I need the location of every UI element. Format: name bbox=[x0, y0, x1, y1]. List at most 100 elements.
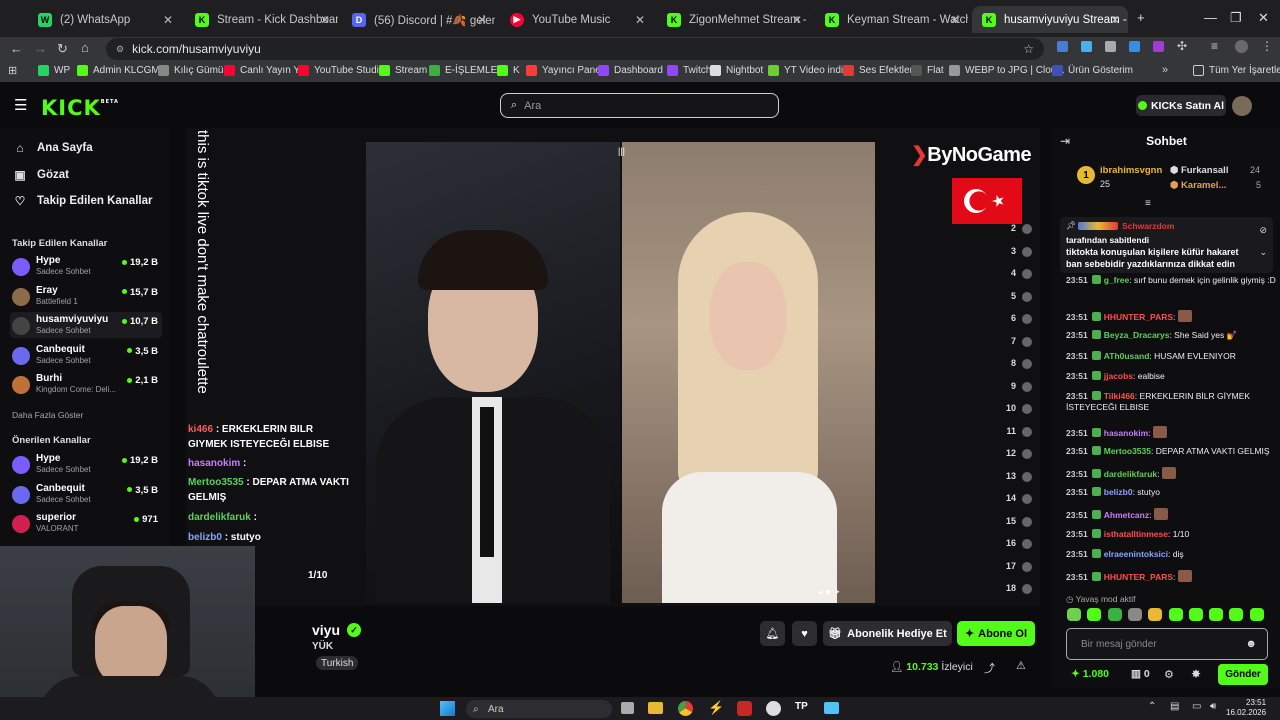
restore-button[interactable]: ❐ bbox=[1230, 10, 1242, 26]
channel-item[interactable]: Burhi Kingdom Come: Deli... 2,1 B bbox=[10, 371, 162, 397]
unpin-icon[interactable]: ⊘ bbox=[1259, 225, 1267, 236]
buy-kicks-button[interactable]: KICKs Satın Al bbox=[1136, 95, 1226, 116]
follow-heart-button[interactable]: ♥ bbox=[792, 621, 817, 646]
video-player[interactable]: this is tiktok live don't make chatroule… bbox=[186, 128, 1040, 606]
emote-button[interactable] bbox=[1188, 608, 1203, 621]
bookmark-item[interactable]: E-İŞLEMLER bbox=[429, 65, 504, 76]
task-view-icon[interactable] bbox=[621, 702, 634, 714]
pinned-author[interactable]: Schwarzdom bbox=[1122, 221, 1174, 231]
report-warning-icon[interactable]: ⚠ bbox=[1016, 659, 1026, 672]
chat-username[interactable]: HHUNTER_PARS bbox=[1104, 312, 1173, 322]
browser-tab-discord[interactable]: D (56) Discord | #🍂 gelen-gid ✕ bbox=[342, 6, 495, 33]
channel-item[interactable]: Hype Sadece Sohbet 19,2 B bbox=[10, 451, 162, 477]
bookmark-item[interactable]: YT Video indir bbox=[768, 65, 846, 76]
emote-button[interactable] bbox=[1209, 608, 1224, 621]
emote-button[interactable] bbox=[1087, 608, 1102, 621]
emote-button[interactable] bbox=[1127, 608, 1142, 621]
expand-icon[interactable]: ≡ bbox=[1145, 198, 1151, 209]
tray-chevron-icon[interactable]: ⌃ bbox=[1148, 701, 1156, 712]
emote-button[interactable] bbox=[1107, 608, 1122, 621]
supporter-name[interactable]: ⬢ Furkansall bbox=[1170, 165, 1228, 176]
nav-following[interactable]: ♡ Takip Edilen Kanallar bbox=[12, 194, 153, 208]
chat-username[interactable]: jjacobs bbox=[1104, 371, 1133, 381]
close-window-button[interactable]: ✕ bbox=[1258, 10, 1269, 26]
show-more-link[interactable]: Daha Fazla Göster bbox=[12, 410, 83, 420]
share-icon[interactable]: ⤴ bbox=[984, 660, 995, 676]
file-explorer-icon[interactable] bbox=[648, 702, 663, 714]
close-icon[interactable]: ✕ bbox=[1110, 13, 1120, 27]
channel-item[interactable]: husamviyuviyu Sadece Sohbet 10,7 B bbox=[10, 312, 162, 338]
bookmark-item[interactable]: WP bbox=[38, 65, 70, 76]
close-icon[interactable]: ✕ bbox=[635, 13, 645, 27]
channel-item[interactable]: Canbequit Sadece Sohbet 3,5 B bbox=[10, 481, 162, 507]
chat-username[interactable]: ATh0usand bbox=[1104, 351, 1150, 361]
chat-username[interactable]: Ahmetcanz bbox=[1104, 510, 1149, 520]
top-supporter-name[interactable]: ibrahimsvgnn bbox=[1100, 165, 1162, 176]
app-icon[interactable] bbox=[737, 701, 752, 716]
bookmark-item[interactable]: Nightbot bbox=[710, 65, 763, 76]
bookmark-item[interactable]: Ürün Gösterim bbox=[1052, 65, 1133, 76]
reload-icon[interactable]: ↻ bbox=[57, 41, 68, 57]
chat-message-input[interactable]: Bir mesaj gönder ☻ bbox=[1066, 628, 1268, 660]
chat-username[interactable]: Beyza_Dracarys bbox=[1104, 330, 1170, 340]
notification-bell-button[interactable]: 🔔︎ bbox=[760, 621, 785, 646]
download-icon[interactable] bbox=[1129, 41, 1140, 52]
emote-button[interactable] bbox=[1168, 608, 1183, 621]
emote-button[interactable] bbox=[1229, 608, 1244, 621]
emote-button[interactable] bbox=[1148, 608, 1163, 621]
app-icon[interactable]: ⚡ bbox=[708, 700, 724, 716]
obs-icon[interactable] bbox=[766, 701, 781, 716]
app-icon[interactable] bbox=[824, 702, 839, 714]
chat-username[interactable]: HHUNTER_PARS bbox=[1104, 572, 1173, 582]
bookmark-item[interactable]: Twitch bbox=[667, 65, 711, 76]
close-icon[interactable]: ✕ bbox=[320, 13, 330, 27]
nav-home[interactable]: ⌂ Ana Sayfa bbox=[12, 141, 92, 155]
chevron-down-icon[interactable]: ⌄ bbox=[1259, 247, 1267, 258]
chat-username[interactable]: isthatalltinmese bbox=[1104, 529, 1168, 539]
address-bar[interactable]: ⚙ kick.com/husamviyuviyu ☆ bbox=[106, 38, 1044, 60]
drops-counter[interactable]: ▥ 0 bbox=[1131, 668, 1150, 680]
browser-tab-husamviyuviyu[interactable]: K husamviyuviyu Stream - W ✕ bbox=[972, 6, 1128, 33]
bookmark-star-icon[interactable]: ☆ bbox=[1023, 42, 1034, 56]
close-icon[interactable]: ✕ bbox=[950, 13, 960, 27]
emote-button[interactable] bbox=[1067, 608, 1081, 621]
bookmark-item[interactable]: Kılıç Gümüş bbox=[158, 65, 228, 76]
minimize-button[interactable]: — bbox=[1204, 10, 1217, 25]
send-message-button[interactable]: Gönder bbox=[1218, 664, 1268, 685]
channel-item[interactable]: Eray Battlefield 1 15,7 B bbox=[10, 283, 162, 309]
bookmark-item[interactable]: YouTube Studio bbox=[298, 65, 384, 76]
bookmark-item[interactable]: WEBP to JPG | Clou... bbox=[949, 65, 1065, 76]
media-icon[interactable]: ≡ bbox=[1211, 39, 1218, 53]
channel-points[interactable]: ✦ 1.080 bbox=[1071, 668, 1109, 680]
volume-icon[interactable]: 🔊︎ bbox=[1210, 701, 1216, 712]
profile-avatar[interactable] bbox=[1235, 40, 1248, 53]
menu-kebab-icon[interactable]: ⋮ bbox=[1261, 39, 1273, 53]
app-icon[interactable]: TP bbox=[795, 701, 808, 712]
extension-icon[interactable] bbox=[1081, 41, 1092, 52]
rewards-icon[interactable]: ✸ bbox=[1191, 667, 1201, 681]
close-icon[interactable]: ✕ bbox=[792, 13, 802, 27]
chat-username[interactable]: Tilki466 bbox=[1104, 391, 1135, 401]
bookmark-item[interactable]: Flat bbox=[911, 65, 944, 76]
gear-icon[interactable]: ⚙ bbox=[1164, 668, 1174, 681]
extension-icon[interactable] bbox=[1153, 41, 1164, 52]
browser-tab-kick-dashboard[interactable]: K Stream - Kick Dashboard ✕ bbox=[185, 6, 338, 33]
browser-tab-whatsapp[interactable]: W (2) WhatsApp ✕ bbox=[28, 6, 181, 33]
forward-icon[interactable]: → bbox=[34, 41, 47, 56]
channel-item[interactable]: superior VALORANT 971 bbox=[10, 510, 162, 536]
chat-username[interactable]: g_free bbox=[1104, 275, 1130, 285]
bookmark-item[interactable]: Yayıncı Paneli bbox=[526, 65, 605, 76]
user-avatar[interactable] bbox=[1232, 96, 1252, 116]
all-bookmarks-link[interactable]: Tüm Yer İşaretleri bbox=[1193, 65, 1280, 76]
bookmark-item[interactable]: Canlı Yayın YT bbox=[224, 65, 306, 76]
windows-start-icon[interactable] bbox=[440, 701, 455, 716]
nav-browse[interactable]: ▣ Gözat bbox=[12, 168, 69, 182]
chat-username[interactable]: Mertoo3535 bbox=[1104, 446, 1151, 456]
emote-button[interactable] bbox=[1249, 608, 1264, 621]
subscribe-button[interactable]: ✦ Abone Ol bbox=[957, 621, 1035, 646]
site-info-icon[interactable]: ⚙ bbox=[116, 44, 124, 55]
new-tab-button[interactable]: + bbox=[1137, 10, 1145, 25]
close-icon[interactable]: ✕ bbox=[477, 13, 487, 27]
bookmark-item[interactable]: K bbox=[497, 65, 520, 76]
home-icon[interactable]: ⌂ bbox=[81, 40, 89, 55]
